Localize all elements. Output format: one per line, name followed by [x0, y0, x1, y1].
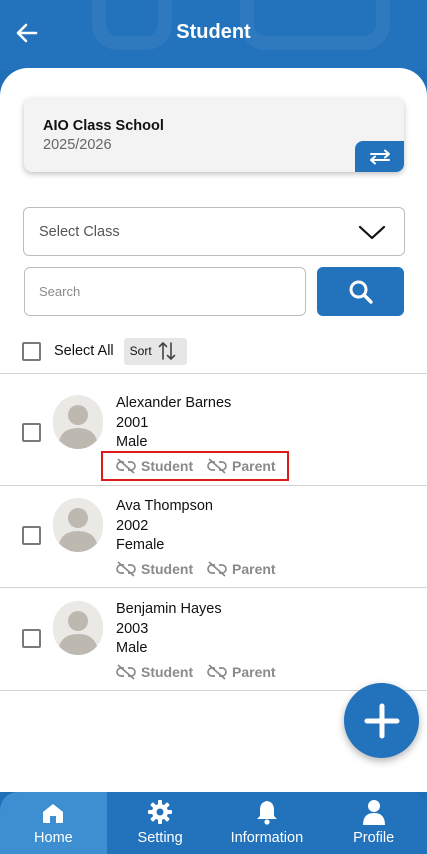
parent-link-button[interactable]: Parent: [206, 561, 276, 577]
school-year: 2025/2026: [43, 137, 112, 153]
select-all-label: Select All: [54, 343, 114, 359]
parent-link-button[interactable]: Parent: [206, 664, 276, 680]
chevron-down-icon: [358, 225, 386, 240]
student-checkbox[interactable]: [22, 423, 41, 442]
home-icon: [43, 804, 64, 823]
unlink-icon: [116, 561, 136, 577]
school-name: AIO Class School: [43, 118, 164, 134]
search-button[interactable]: [317, 267, 404, 316]
person-placeholder-icon: [58, 611, 98, 655]
nav-setting[interactable]: Setting: [107, 792, 214, 854]
person-placeholder-icon: [58, 405, 98, 449]
student-year: 2001: [116, 415, 149, 431]
student-link-label: Student: [141, 561, 194, 577]
plus-icon: [364, 703, 399, 738]
nav-setting-label: Setting: [137, 830, 183, 846]
student-checkbox[interactable]: [22, 629, 41, 648]
app-header: Student: [0, 0, 427, 70]
person-placeholder-icon: [58, 508, 98, 552]
avatar: [53, 498, 103, 552]
search-input[interactable]: [24, 267, 306, 316]
bottom-nav: Home Setting Information Profile: [0, 792, 427, 854]
add-student-button[interactable]: [344, 683, 419, 758]
select-all-checkbox[interactable]: [22, 341, 41, 361]
gear-icon: [148, 800, 173, 824]
swap-arrows-icon: [369, 149, 390, 164]
nav-home[interactable]: Home: [0, 792, 107, 854]
highlight-box: [101, 451, 289, 481]
nav-information[interactable]: Information: [214, 792, 321, 854]
student-link-label: Student: [141, 664, 194, 680]
sort-button[interactable]: Sort: [123, 337, 187, 365]
nav-profile[interactable]: Profile: [320, 792, 427, 854]
student-row[interactable]: Ava Thompson 2002 Female Student Parent: [0, 477, 427, 579]
student-name: Alexander Barnes: [116, 395, 232, 411]
student-row[interactable]: Benjamin Hayes 2003 Male Student Parent: [0, 580, 427, 682]
unlink-icon: [207, 664, 227, 680]
nav-profile-label: Profile: [353, 830, 395, 846]
avatar: [53, 601, 103, 655]
avatar: [53, 395, 103, 449]
student-link-button[interactable]: Student: [115, 664, 193, 680]
select-class-label: Select Class: [39, 224, 120, 240]
student-name: Benjamin Hayes: [116, 601, 222, 617]
parent-link-label: Parent: [232, 561, 276, 577]
student-year: 2003: [116, 621, 149, 637]
unlink-icon: [207, 561, 227, 577]
unlink-icon: [116, 664, 136, 680]
student-gender: Male: [116, 434, 148, 450]
sort-arrows-icon: [158, 342, 175, 360]
sort-label: Sort: [129, 344, 152, 358]
bell-icon: [256, 801, 277, 825]
student-checkbox[interactable]: [22, 526, 41, 545]
student-name: Ava Thompson: [116, 498, 213, 514]
student-gender: Male: [116, 640, 148, 656]
student-link-button[interactable]: Student: [115, 561, 193, 577]
search-icon: [349, 280, 373, 304]
person-icon: [362, 800, 385, 825]
page-title: Student: [176, 21, 251, 43]
nav-home-label: Home: [34, 830, 73, 846]
select-all-row: Select All Sort: [22, 337, 187, 365]
parent-link-label: Parent: [232, 664, 276, 680]
select-class-dropdown[interactable]: Select Class: [23, 207, 405, 256]
nav-information-label: Information: [230, 830, 304, 846]
student-year: 2002: [116, 518, 149, 534]
student-gender: Female: [116, 537, 165, 553]
school-card: AIO Class School 2025/2026: [24, 98, 404, 172]
switch-school-button[interactable]: [355, 141, 404, 172]
